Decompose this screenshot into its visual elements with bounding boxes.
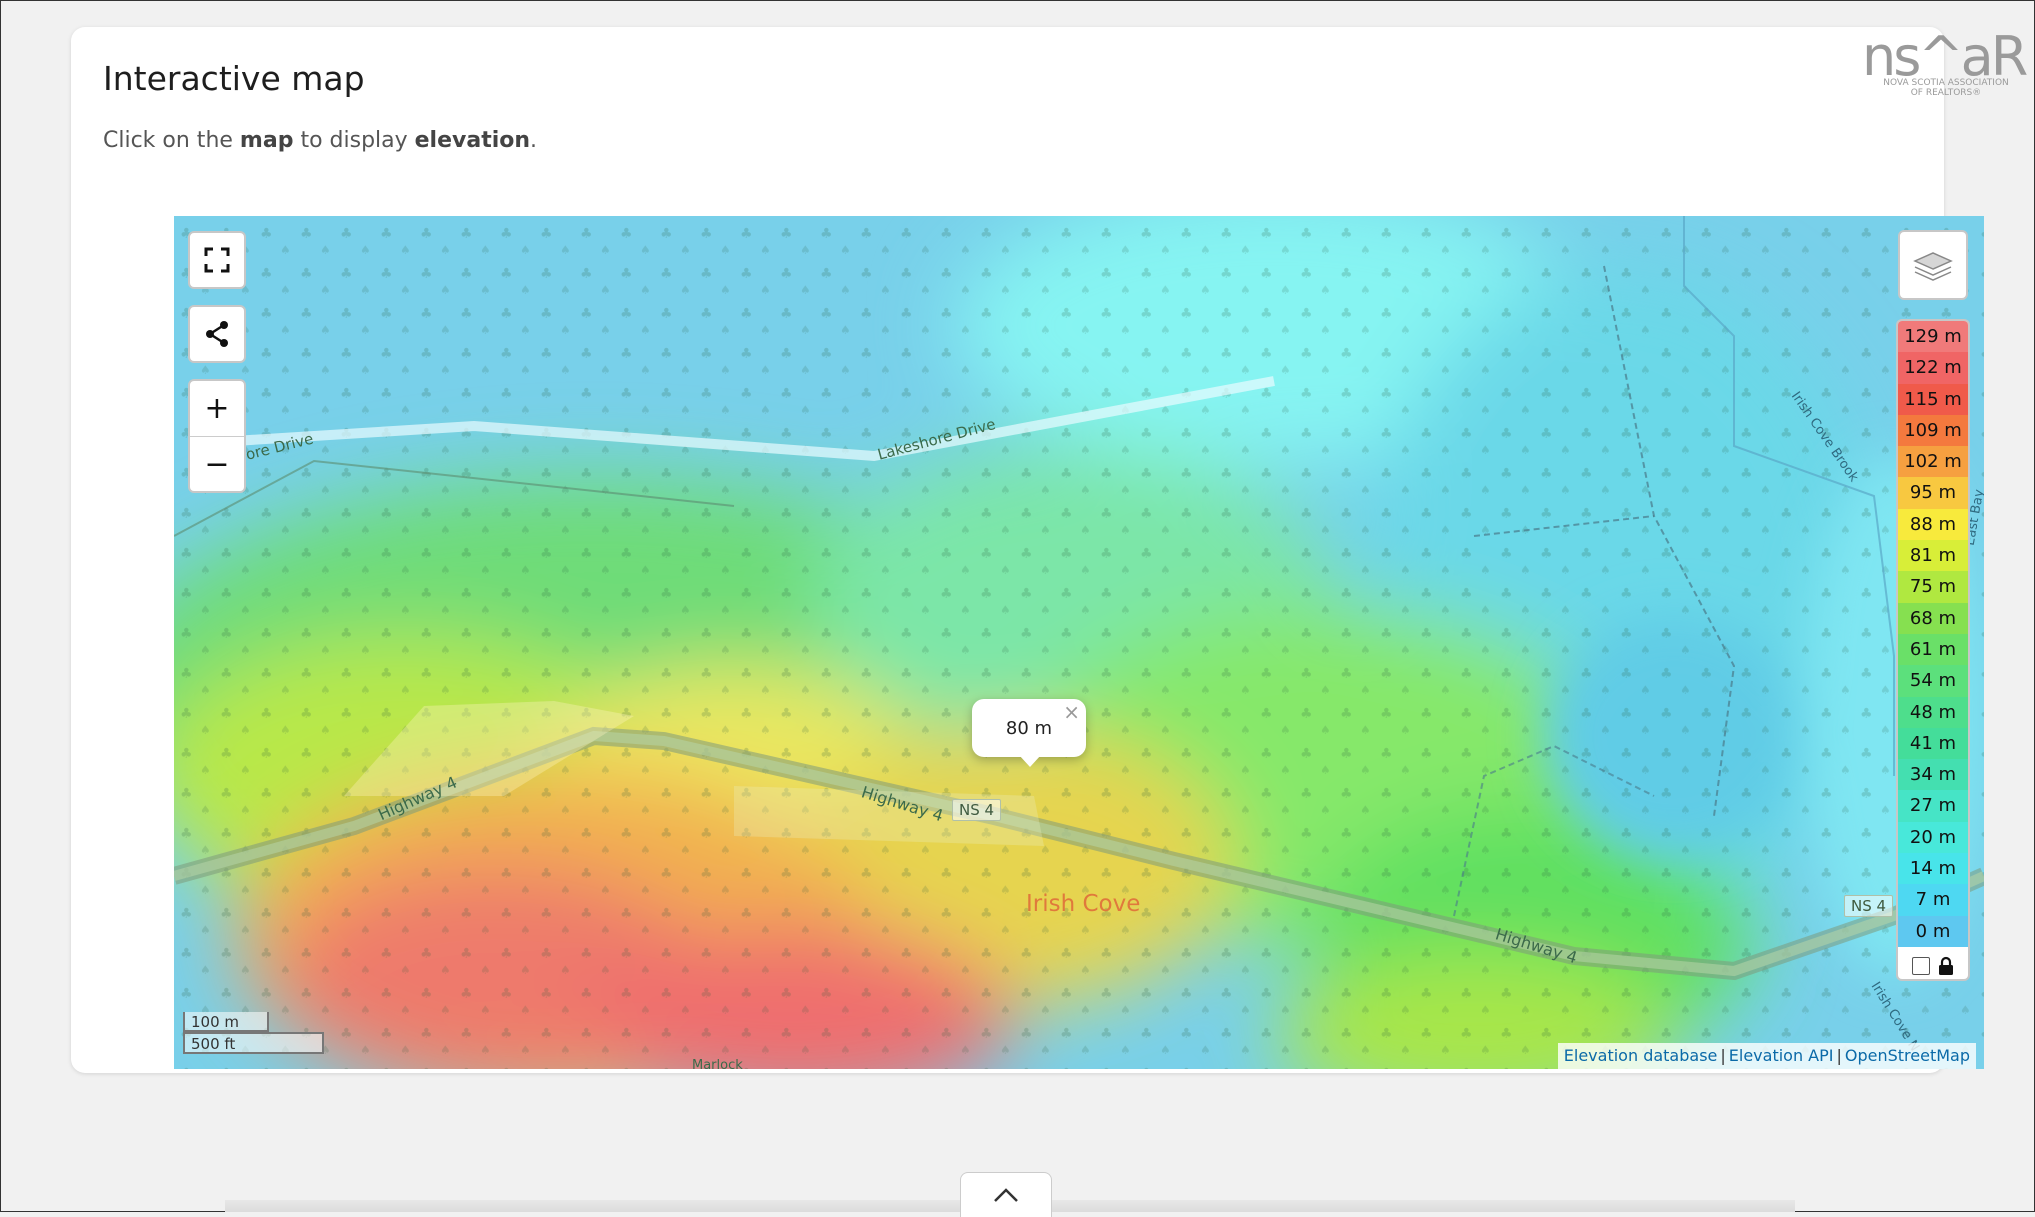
place-label-partial: Marlock	[692, 1058, 743, 1069]
legend-row: 75 m	[1898, 571, 1968, 603]
legend-row: 95 m	[1898, 477, 1968, 509]
zoom-in-button[interactable]: +	[190, 381, 244, 437]
legend-footer	[1898, 947, 1968, 979]
fullscreen-button[interactable]	[188, 231, 246, 289]
subtitle-map-word: map	[239, 128, 294, 153]
layers-button[interactable]	[1898, 230, 1968, 300]
legend-row: 34 m	[1898, 759, 1968, 791]
page-subtitle: Click on the map to display elevation.	[103, 128, 538, 153]
popup-close-button[interactable]: ×	[1063, 702, 1080, 722]
route-shield-ns4-right: NS 4	[1844, 895, 1894, 917]
legend-row: 115 m	[1898, 383, 1968, 415]
attribution-link-elevation-database[interactable]: Elevation database	[1564, 1046, 1718, 1065]
logo: ns^aR NOVA SCOTIA ASSOCIATION OF REALTOR…	[1862, 22, 2028, 102]
legend-row: 129 m	[1898, 321, 1968, 353]
elevation-legend: 129 m 122 m 115 m 109 m 102 m 95 m 88 m 81 m 75 …	[1896, 319, 1970, 981]
legend-row: 14 m	[1898, 853, 1968, 885]
map-card: Interactive map Click on the map to disp…	[71, 27, 1984, 1073]
scale-imperial: 500 ft	[183, 1032, 324, 1054]
zoom-out-button[interactable]: −	[190, 437, 244, 492]
logo-wordmark: ns^aR	[1862, 25, 2028, 88]
elevation-popup: 80 m ×	[972, 699, 1086, 767]
share-icon	[206, 321, 228, 347]
map-attribution: Elevation database | Elevation API | OpenStr…	[1557, 1043, 1976, 1069]
scroll-top-button[interactable]	[960, 1172, 1052, 1217]
legend-row: 48 m	[1898, 696, 1968, 728]
legend-rows: 129 m 122 m 115 m 109 m 102 m 95 m 88 m 81 m 75 …	[1898, 321, 1968, 947]
legend-row: 20 m	[1898, 821, 1968, 854]
legend-lock-checkbox[interactable]	[1912, 956, 1930, 975]
legend-row: 122 m	[1898, 352, 1968, 384]
chevron-up-icon	[994, 1188, 1018, 1202]
fullscreen-icon	[204, 247, 230, 273]
share-button[interactable]	[188, 305, 246, 363]
popup-value: 80 m	[1005, 717, 1053, 739]
legend-row: 81 m	[1898, 540, 1968, 572]
lock-icon	[1939, 956, 1953, 975]
legend-row: 109 m	[1898, 414, 1968, 447]
page-title: Interactive map	[103, 59, 365, 98]
legend-row: 0 m	[1898, 915, 1968, 947]
place-label-irish-cove: Irish Cove	[1026, 891, 1141, 917]
scale-metric: 100 m	[183, 1012, 269, 1032]
logo-caption: NOVA SCOTIA ASSOCIATION OF REALTORS®	[1883, 78, 2009, 98]
zoom-control: + −	[188, 379, 246, 493]
attribution-link-elevation-api[interactable]: Elevation API	[1729, 1046, 1834, 1065]
legend-row: 41 m	[1898, 727, 1968, 760]
legend-row: 102 m	[1898, 446, 1968, 478]
layers-icon	[1913, 252, 1953, 281]
attribution-link-openstreetmap[interactable]: OpenStreetMap	[1845, 1046, 1970, 1065]
legend-row: 88 m	[1898, 508, 1968, 541]
map-base-layer: ♣ ♠	[174, 216, 1984, 1069]
legend-row: 68 m	[1898, 602, 1968, 634]
legend-row: 27 m	[1898, 790, 1968, 822]
elevation-map[interactable]: ♣ ♠	[174, 216, 1984, 1069]
legend-row: 61 m	[1898, 633, 1968, 666]
route-shield-ns4: NS 4	[952, 799, 1002, 821]
legend-row: 54 m	[1898, 665, 1968, 697]
legend-row: 7 m	[1898, 884, 1968, 916]
popup-tip	[1019, 755, 1041, 767]
subtitle-elevation-word: elevation	[414, 128, 531, 153]
